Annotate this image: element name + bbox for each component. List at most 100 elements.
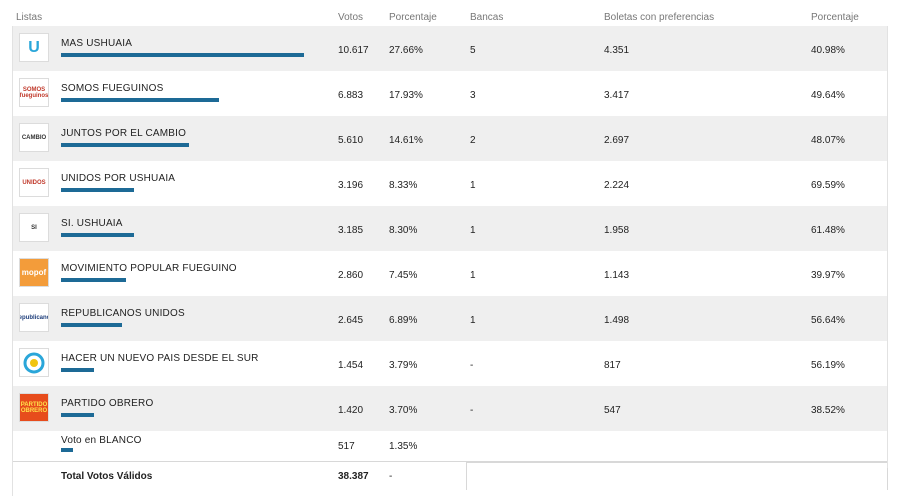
party-share-bar bbox=[61, 98, 219, 102]
party-name: SI. USHUAIA bbox=[61, 218, 123, 229]
results-table: Listas Votos Porcentaje Bancas Boletas c… bbox=[12, 8, 888, 496]
blank-vote-bar bbox=[61, 448, 73, 452]
party-pct-preferencias: 48.07% bbox=[811, 135, 845, 146]
party-pct-preferencias: 56.19% bbox=[811, 360, 845, 371]
party-bancas: 5 bbox=[470, 45, 476, 56]
party-name: MAS USHUAIA bbox=[61, 38, 133, 49]
party-row: mopof MOVIMIENTO POPULAR FUEGUINO 2.860 7.4… bbox=[12, 251, 888, 296]
party-row: Republicanos REPUBLICANOS UNIDOS 2.645 6.89… bbox=[12, 296, 888, 341]
total-row: Total Votos Válidos 38.387 - bbox=[12, 461, 888, 490]
blank-vote-label: Voto en BLANCO bbox=[61, 435, 142, 446]
party-logo-icon: U bbox=[19, 33, 49, 62]
party-bancas: 1 bbox=[470, 270, 476, 281]
header-bancas: Bancas bbox=[470, 12, 504, 23]
header-votos: Votos bbox=[338, 12, 364, 23]
party-pct-preferencias: 38.52% bbox=[811, 405, 845, 416]
party-boletas: 3.417 bbox=[604, 90, 630, 101]
blank-vote-pct: 1.35% bbox=[389, 441, 418, 452]
party-name: HACER UN NUEVO PAIS DESDE EL SUR bbox=[61, 353, 259, 364]
party-votes: 5.610 bbox=[338, 135, 364, 146]
party-logo-icon: PARTIDO OBRERO bbox=[19, 393, 49, 422]
party-logo-icon: Republicanos bbox=[19, 303, 49, 332]
party-pct: 8.30% bbox=[389, 225, 418, 236]
party-votes: 10.617 bbox=[338, 45, 369, 56]
party-row: HACER UN NUEVO PAIS DESDE EL SUR 1.454 3.7… bbox=[12, 341, 888, 386]
party-boletas: 817 bbox=[604, 360, 621, 371]
party-bancas: 2 bbox=[470, 135, 476, 146]
blank-vote-votes: 517 bbox=[338, 441, 355, 452]
blank-vote-row: Voto en BLANCO 517 1.35% bbox=[12, 431, 888, 461]
header-boletas: Boletas con preferencias bbox=[604, 12, 715, 23]
party-bancas: 1 bbox=[470, 315, 476, 326]
party-row: PARTIDO OBRERO PARTIDO OBRERO 1.420 3.70% - 5… bbox=[12, 386, 888, 431]
party-logo-icon: CAMBIO bbox=[19, 123, 49, 152]
total-empty-box bbox=[466, 462, 888, 490]
party-pct-preferencias: 61.48% bbox=[811, 225, 845, 236]
total-label: Total Votos Válidos bbox=[61, 471, 153, 482]
total-pct: - bbox=[389, 471, 393, 482]
party-pct: 8.33% bbox=[389, 180, 418, 191]
party-boletas: 4.351 bbox=[604, 45, 630, 56]
party-share-bar bbox=[61, 143, 189, 147]
party-share-bar bbox=[61, 323, 122, 327]
party-pct: 14.61% bbox=[389, 135, 423, 146]
party-row: SOMOS fueguinos SOMOS FUEGUINOS 6.883 17.93… bbox=[12, 71, 888, 116]
header-listas: Listas bbox=[16, 12, 43, 23]
party-votes: 6.883 bbox=[338, 90, 364, 101]
party-boletas: 547 bbox=[604, 405, 621, 416]
total-votes: 38.387 bbox=[338, 471, 369, 482]
party-share-bar bbox=[61, 413, 94, 417]
party-boletas: 1.958 bbox=[604, 225, 630, 236]
party-row: CAMBIO JUNTOS POR EL CAMBIO 5.610 14.61% 2 2.… bbox=[12, 116, 888, 161]
party-votes: 1.420 bbox=[338, 405, 364, 416]
party-name: REPUBLICANOS UNIDOS bbox=[61, 308, 185, 319]
circle-logo-icon bbox=[23, 352, 45, 373]
party-row: UNIDOS UNIDOS POR USHUAIA 3.196 8.33% 1 2.224… bbox=[12, 161, 888, 206]
party-pct-preferencias: 69.59% bbox=[811, 180, 845, 191]
party-pct-preferencias: 40.98% bbox=[811, 45, 845, 56]
party-row: U MAS USHUAIA 10.617 27.66% 5 4.351 40.98% bbox=[12, 26, 888, 71]
party-bancas: - bbox=[470, 360, 474, 371]
party-boletas: 2.697 bbox=[604, 135, 630, 146]
party-logo-icon: UNIDOS bbox=[19, 168, 49, 197]
party-logo-icon bbox=[19, 348, 49, 377]
party-share-bar bbox=[61, 188, 134, 192]
party-share-bar bbox=[61, 53, 304, 57]
party-share-bar bbox=[61, 368, 94, 372]
party-name: UNIDOS POR USHUAIA bbox=[61, 173, 176, 184]
party-pct: 7.45% bbox=[389, 270, 418, 281]
party-pct: 17.93% bbox=[389, 90, 423, 101]
party-pct-preferencias: 56.64% bbox=[811, 315, 845, 326]
party-logo-icon: mopof bbox=[19, 258, 49, 287]
party-name: SOMOS FUEGUINOS bbox=[61, 83, 164, 94]
party-boletas: 1.498 bbox=[604, 315, 630, 326]
party-logo-icon: SI bbox=[19, 213, 49, 242]
table-body: U MAS USHUAIA 10.617 27.66% 5 4.351 40.98% SOMO… bbox=[12, 26, 888, 431]
party-boletas: 1.143 bbox=[604, 270, 630, 281]
party-name: MOVIMIENTO POPULAR FUEGUINO bbox=[61, 263, 237, 274]
party-pct-preferencias: 49.64% bbox=[811, 90, 845, 101]
party-pct: 3.79% bbox=[389, 360, 418, 371]
party-bancas: 3 bbox=[470, 90, 476, 101]
table-border-right bbox=[887, 26, 888, 468]
party-pct: 27.66% bbox=[389, 45, 423, 56]
header-porcentaje-2: Porcentaje bbox=[811, 12, 859, 23]
party-row: SI SI. USHUAIA 3.185 8.30% 1 1.958 61.48% bbox=[12, 206, 888, 251]
party-name: JUNTOS POR EL CAMBIO bbox=[61, 128, 187, 139]
header-porcentaje: Porcentaje bbox=[389, 12, 437, 23]
party-votes: 1.454 bbox=[338, 360, 364, 371]
party-pct-preferencias: 39.97% bbox=[811, 270, 845, 281]
table-header: Listas Votos Porcentaje Bancas Boletas c… bbox=[12, 8, 888, 26]
party-pct: 3.70% bbox=[389, 405, 418, 416]
party-bancas: 1 bbox=[470, 180, 476, 191]
party-share-bar bbox=[61, 278, 126, 282]
party-votes: 2.860 bbox=[338, 270, 364, 281]
party-name: PARTIDO OBRERO bbox=[61, 398, 154, 409]
party-votes: 3.196 bbox=[338, 180, 364, 191]
party-share-bar bbox=[61, 233, 134, 237]
party-votes: 2.645 bbox=[338, 315, 364, 326]
party-logo-icon: SOMOS fueguinos bbox=[19, 78, 49, 107]
party-pct: 6.89% bbox=[389, 315, 418, 326]
party-bancas: - bbox=[470, 405, 474, 416]
party-boletas: 2.224 bbox=[604, 180, 630, 191]
